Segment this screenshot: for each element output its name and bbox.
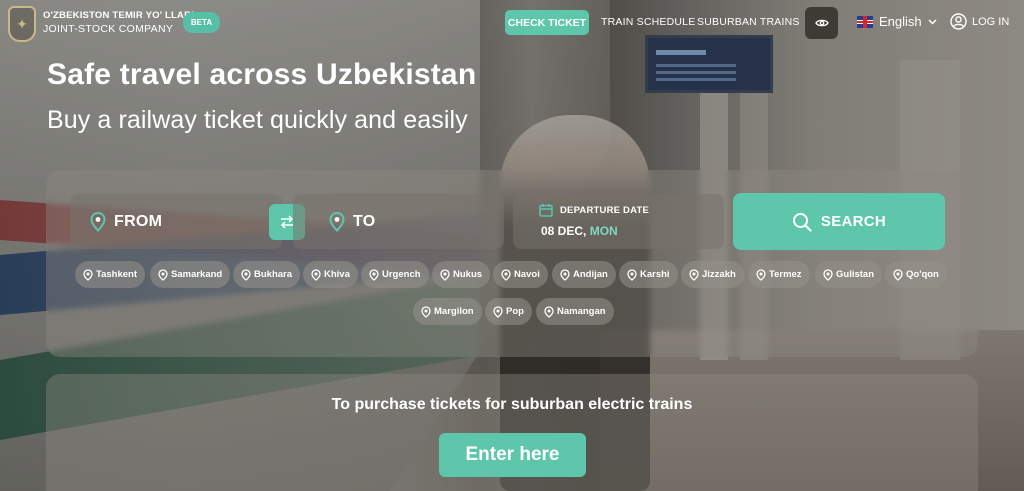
hero-subtitle: Buy a railway ticket quickly and easily [47,106,468,134]
beta-badge: BETA [183,12,220,33]
city-chip-label: Samarkand [171,269,223,280]
location-pin-icon [756,268,766,281]
city-chip-termez[interactable]: Termez [748,261,810,288]
location-pin-icon [241,268,251,281]
city-chip-karshi[interactable]: Karshi [619,261,678,288]
departure-date-text: 08 DEC, [541,224,587,238]
to-label: TO [353,212,376,230]
city-chip-label: Karshi [640,269,670,280]
login-button[interactable]: LOG IN [950,13,1009,30]
location-pin-icon [501,268,511,281]
city-chip-label: Navoi [514,269,540,280]
chevron-down-icon [928,18,937,25]
departure-date-field[interactable]: DEPARTURE DATE 08 DEC, MON [513,194,724,249]
location-pin-icon [689,268,699,281]
company-logo-text[interactable]: O'ZBEKISTON TEMIR YO' LLARI JOINT-STOCK … [43,11,194,34]
city-chip-urgench[interactable]: Urgench [361,261,429,288]
accessibility-button[interactable] [805,7,838,39]
city-chip-tashkent[interactable]: Tashkent [75,261,146,288]
city-chip-khiva[interactable]: Khiva [303,261,358,288]
location-pin-icon [421,305,431,318]
location-pin-icon [329,211,345,232]
enter-here-button[interactable]: Enter here [439,433,586,477]
search-label: SEARCH [820,213,887,230]
hero-title: Safe travel across Uzbekistan [47,58,477,91]
city-chip-pop[interactable]: Pop [485,298,532,325]
suburban-trains-link[interactable]: SUBURBAN TRAINS [697,16,800,28]
language-label: English [879,14,922,29]
location-pin-icon [158,268,168,281]
from-label: FROM [114,212,163,230]
city-chip-jizzakh[interactable]: Jizzakh [681,261,744,288]
location-pin-icon [893,268,903,281]
calendar-icon [539,204,553,217]
location-pin-icon [560,268,570,281]
location-pin-icon [83,268,93,281]
city-chip-label: Gulistan [836,269,875,280]
location-pin-icon [369,268,379,281]
city-chip-andijan[interactable]: Andijan [552,261,616,288]
city-chip-label: Bukhara [254,269,293,280]
location-pin-icon [627,268,637,281]
departure-date-label: DEPARTURE DATE [560,205,650,216]
city-chip-gulistan[interactable]: Gulistan [815,261,883,288]
logo-line1: O'ZBEKISTON TEMIR YO' LLARI [43,10,195,21]
railway-emblem-icon[interactable]: ✦ [8,6,36,42]
train-schedule-link[interactable]: TRAIN SCHEDULE [601,16,695,28]
city-chip-nukus[interactable]: Nukus [432,261,491,288]
location-pin-icon [440,268,450,281]
location-pin-icon [544,305,554,318]
city-chip-label: Pop [506,306,524,317]
city-chip-namangan[interactable]: Namangan [536,298,614,325]
eye-icon [814,19,829,27]
city-chip-label: Tashkent [96,269,138,280]
location-pin-icon [823,268,833,281]
user-circle-icon [950,13,967,30]
city-chip-label: Qo'qon [906,269,939,280]
login-label: LOG IN [972,15,1010,28]
city-chip-label: Jizzakh [702,269,736,280]
city-chip-margilon[interactable]: Margilon [413,298,482,325]
city-chip-qoqon[interactable]: Qo'qon [885,261,947,288]
city-chip-label: Khiva [324,269,350,280]
top-header: ✦ O'ZBEKISTON TEMIR YO' LLARI JOINT-STOC… [0,0,1024,46]
search-button[interactable]: SEARCH [733,193,945,250]
city-chip-label: Nukus [453,269,483,280]
city-chip-samarkand[interactable]: Samarkand [150,261,231,288]
uk-flag-icon [857,15,873,28]
city-chip-label: Urgench [382,269,421,280]
logo-line2: JOINT-STOCK COMPANY [43,22,174,35]
departure-day: MON [589,224,618,238]
check-ticket-button[interactable]: CHECK TICKET [505,10,589,35]
departure-date-value: 08 DEC, MON [541,224,618,238]
to-field[interactable]: TO [293,194,504,249]
location-pin-icon [493,305,503,318]
location-pin-icon [90,211,106,232]
city-chip-navoi[interactable]: Navoi [493,261,548,288]
suburban-text: To purchase tickets for suburban electri… [331,396,693,413]
city-chip-label: Namangan [557,306,606,317]
city-chip-bukhara[interactable]: Bukhara [233,261,301,288]
city-chip-label: Termez [769,269,802,280]
search-icon [792,212,812,232]
city-chip-label: Andijan [573,269,608,280]
language-selector[interactable]: English [857,14,937,29]
location-pin-icon [311,268,321,281]
city-chip-label: Margilon [434,306,474,317]
from-field[interactable]: FROM [70,194,282,249]
